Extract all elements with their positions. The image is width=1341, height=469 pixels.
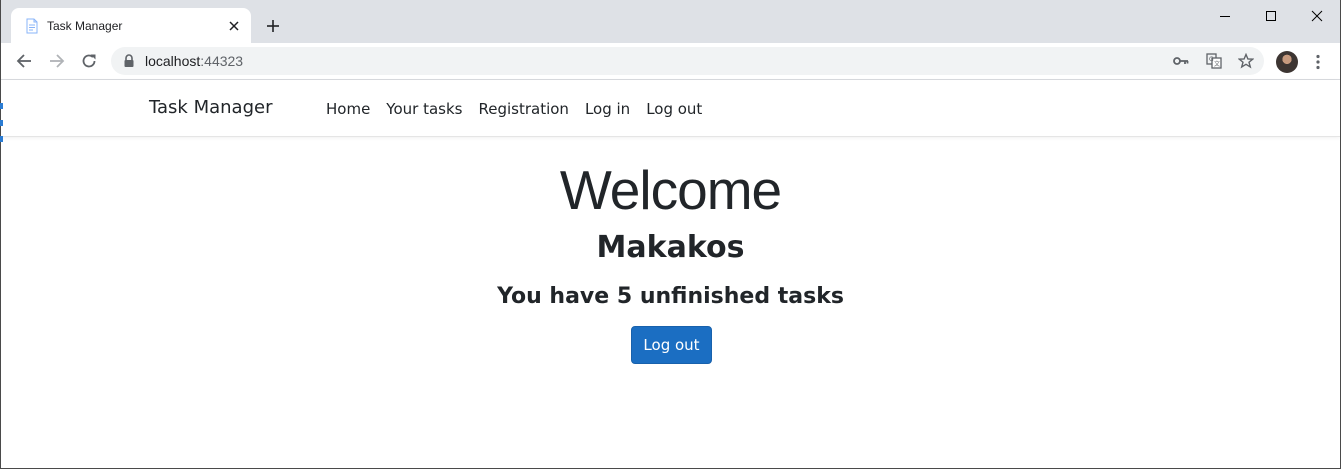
key-icon[interactable] [1172,52,1190,70]
svg-text:文: 文 [1214,60,1220,68]
welcome-heading: Welcome [559,159,782,221]
nav-link-log-in[interactable]: Log in [577,99,638,119]
username-heading: Makakos [596,230,745,265]
edge-marker [0,136,3,142]
nav-link-home[interactable]: Home [318,99,378,119]
browser-toolbar: localhost:44323 G 文 [1,43,1340,80]
nav-link-registration[interactable]: Registration [470,99,576,119]
tab-strip: Task Manager [1,0,1340,43]
reload-icon[interactable] [76,48,102,74]
url-text: localhost:44323 [145,53,244,69]
translate-icon[interactable]: G 文 [1205,52,1223,70]
avatar[interactable] [1276,51,1298,73]
back-arrow-icon[interactable] [11,48,37,74]
browser-tab[interactable]: Task Manager [11,8,251,43]
more-vert-icon[interactable] [1310,52,1326,72]
nav-link-your-tasks[interactable]: Your tasks [378,99,470,119]
close-icon[interactable] [225,17,243,35]
unfinished-tasks-message: You have 5 unfinished tasks [497,284,844,309]
nav-links: Home Your tasks Registration Log in Log … [318,99,710,119]
navbar-brand[interactable]: Task Manager [149,97,272,119]
address-bar[interactable]: localhost:44323 G 文 [111,47,1264,75]
site-navbar: Task Manager Home Your tasks Registratio… [1,80,1340,137]
tab-title: Task Manager [47,19,123,33]
star-icon[interactable] [1237,52,1255,70]
forward-arrow-icon[interactable] [44,48,70,74]
edge-marker [0,103,3,109]
edge-marker [0,120,3,126]
page-icon [24,18,40,34]
maximize-icon[interactable] [1248,0,1294,32]
lock-icon[interactable] [123,54,135,68]
log-out-button[interactable]: Log out [631,326,712,364]
minimize-icon[interactable] [1202,0,1248,32]
nav-link-log-out[interactable]: Log out [638,99,710,119]
plus-icon[interactable] [262,15,284,37]
close-window-icon[interactable] [1294,0,1340,32]
browser-window: Task Manager localhost:44323 G 文 Task Ma… [0,0,1341,469]
